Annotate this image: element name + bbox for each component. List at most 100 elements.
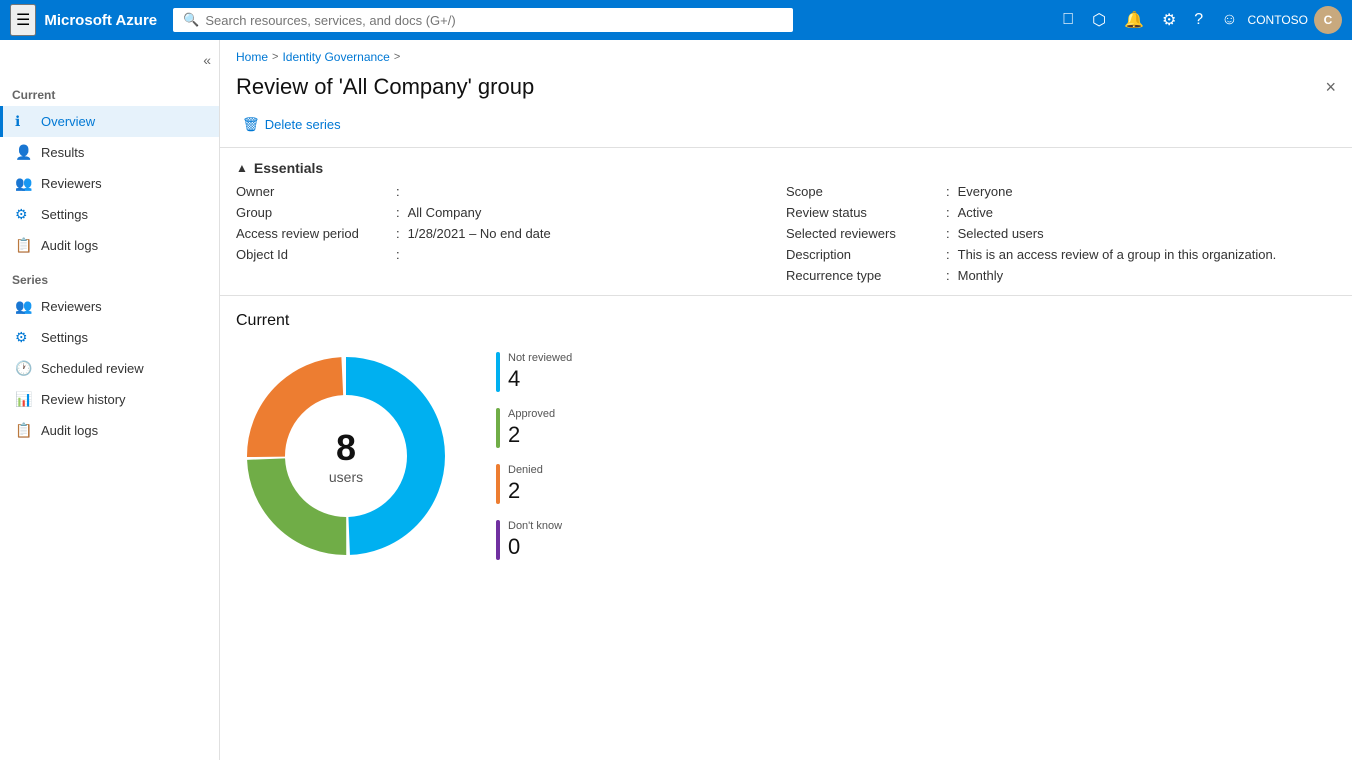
sidebar-item-settings-series-label: Settings [41,330,88,345]
audit-logs-current-icon: 📋 [15,237,33,254]
breadcrumb-sep-1: > [272,51,278,63]
description-value: This is an access review of a group in t… [958,247,1277,262]
object-id-label: Object Id [236,247,396,262]
delete-series-button[interactable]: 🗑 Delete series [236,112,347,137]
legend-not-reviewed: Not reviewed 4 [496,352,572,392]
description-label: Description [786,247,946,262]
essentials-right-col: Scope : Everyone Review status : Active … [786,184,1336,283]
access-review-period-sep: : [396,226,400,241]
sidebar-item-audit-logs-current[interactable]: 📋 Audit logs [0,230,219,261]
group-label: Group [236,205,396,220]
collapse-icon[interactable]: « [203,52,211,68]
object-id-sep: : [396,247,400,262]
overview-icon: ℹ [15,113,33,130]
sidebar-collapse[interactable]: « [0,48,219,76]
sidebar-item-overview[interactable]: ℹ Overview [0,106,219,137]
scope-label: Scope [786,184,946,199]
group-value: All Company [408,205,482,220]
donut-center: 8 users [329,426,363,486]
legend-approved: Approved 2 [496,408,572,448]
feedback-icon[interactable]: ☺ [1213,7,1245,33]
settings-series-icon: ⚙ [15,329,33,346]
current-title: Current [236,312,1336,330]
sidebar-item-results[interactable]: 👤 Results [0,137,219,168]
user-label: CONTOSO [1248,13,1308,27]
breadcrumb-sep-2: > [394,51,400,63]
essentials-header[interactable]: ▲ Essentials [220,148,1352,184]
legend-info-dont-know: Don't know 0 [508,520,562,560]
recurrence-type-value: Monthly [958,268,1004,283]
legend-label-dont-know: Don't know [508,520,562,532]
recurrence-type-sep: : [946,268,950,283]
essentials-recurrence-type: Recurrence type : Monthly [786,268,1336,283]
essentials-grid: Owner : Group : All Company Access revie… [220,184,1352,296]
main-content: Home > Identity Governance > Review of '… [220,40,1352,760]
legend-denied: Denied 2 [496,464,572,504]
toolbar: 🗑 Delete series [220,112,1352,148]
search-icon: 🔍 [183,12,199,28]
page-header: Review of 'All Company' group × [220,70,1352,112]
donut-chart: 8 users [236,346,456,566]
sidebar-item-review-history[interactable]: 📊 Review history [0,384,219,415]
sidebar-item-reviewers-current[interactable]: 👥 Reviewers [0,168,219,199]
current-section: Current [220,296,1352,582]
recurrence-type-label: Recurrence type [786,268,946,283]
settings-current-icon: ⚙ [15,206,33,223]
access-review-period-value: 1/28/2021 – No end date [408,226,551,241]
sidebar-item-results-label: Results [41,145,84,160]
help-icon[interactable]: ? [1186,7,1211,33]
essentials-label: Essentials [254,160,323,176]
legend-value-dont-know: 0 [508,534,562,560]
page-title: Review of 'All Company' group [236,74,534,100]
essentials-scope: Scope : Everyone [786,184,1336,199]
delete-icon: 🗑 [242,116,260,133]
current-section-label: Current [0,76,219,106]
sidebar-item-settings-series[interactable]: ⚙ Settings [0,322,219,353]
essentials-owner: Owner : [236,184,786,199]
legend-dont-know: Don't know 0 [496,520,572,560]
sidebar-item-reviewers-series[interactable]: 👥 Reviewers [0,291,219,322]
legend: Not reviewed 4 Approved 2 [496,352,572,560]
sidebar-item-scheduled-review[interactable]: 🕐 Scheduled review [0,353,219,384]
sidebar-item-settings-current[interactable]: ⚙ Settings [0,199,219,230]
close-button[interactable]: × [1325,77,1336,98]
azure-logo: Microsoft Azure [44,12,157,29]
legend-label-approved: Approved [508,408,555,420]
breadcrumb-identity-governance[interactable]: Identity Governance [282,50,389,64]
legend-bar-denied [496,464,500,504]
review-status-value: Active [958,205,993,220]
sidebar-item-audit-logs-series[interactable]: 📋 Audit logs [0,415,219,446]
breadcrumb-home[interactable]: Home [236,50,268,64]
owner-label: Owner [236,184,396,199]
chart-area: 8 users Not reviewed 4 [236,346,1336,566]
legend-bar-dont-know [496,520,500,560]
reviewers-series-icon: 👥 [15,298,33,315]
sidebar-item-scheduled-review-label: Scheduled review [41,361,144,376]
sidebar: « Current ℹ Overview 👤 Results 👥 Reviewe… [0,40,220,760]
delete-series-label: Delete series [265,117,341,132]
review-status-label: Review status [786,205,946,220]
avatar[interactable]: C [1314,6,1342,34]
essentials-description: Description : This is an access review o… [786,247,1336,262]
donut-unit: users [329,469,363,486]
series-section-label: Series [0,261,219,291]
legend-value-denied: 2 [508,478,543,504]
search-bar: 🔍 [173,8,793,32]
essentials-review-status: Review status : Active [786,205,1336,220]
directory-icon[interactable]: ⬡ [1084,6,1114,34]
sidebar-item-settings-current-label: Settings [41,207,88,222]
essentials-group: Group : All Company [236,205,786,220]
legend-value-approved: 2 [508,422,555,448]
settings-icon[interactable]: ⚙ [1154,6,1184,34]
legend-label-denied: Denied [508,464,543,476]
hamburger-menu[interactable]: ☰ [10,4,36,36]
sidebar-item-audit-logs-current-label: Audit logs [41,238,98,253]
group-sep: : [396,205,400,220]
search-input[interactable] [205,13,783,28]
sidebar-item-review-history-label: Review history [41,392,126,407]
notifications-icon[interactable]: 🔔 [1116,6,1152,34]
legend-info-approved: Approved 2 [508,408,555,448]
cloud-shell-icon[interactable]:  [1054,7,1082,33]
owner-sep: : [396,184,400,199]
essentials-access-review-period: Access review period : 1/28/2021 – No en… [236,226,786,241]
